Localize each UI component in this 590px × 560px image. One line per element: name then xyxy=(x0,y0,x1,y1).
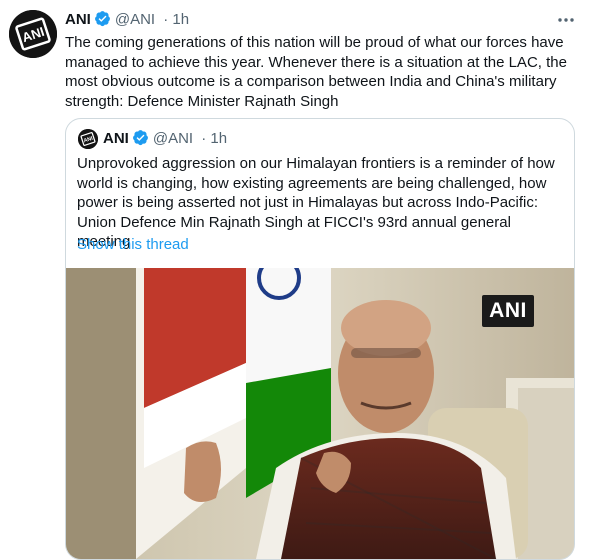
quoted-author-avatar[interactable]: ANI xyxy=(78,129,98,149)
quoted-tweet[interactable]: ANI ANI @ANI · 1h Unprovoked aggression o… xyxy=(65,118,575,560)
tweet-text: The coming generations of this nation wi… xyxy=(65,34,567,110)
ani-logo-icon: ANI xyxy=(78,129,98,149)
author-name[interactable]: ANI xyxy=(65,11,91,28)
quoted-author-name[interactable]: ANI xyxy=(103,130,129,147)
quoted-tweet-timestamp[interactable]: · 1h xyxy=(201,130,227,147)
tweet-header: ANI @ANI · 1h xyxy=(65,10,189,33)
quoted-author-handle[interactable]: @ANI xyxy=(153,130,193,147)
tweet-timestamp[interactable]: · 1h xyxy=(163,11,189,28)
author-avatar[interactable]: ANI xyxy=(9,10,57,58)
author-handle[interactable]: @ANI xyxy=(115,11,155,28)
quoted-tweet-video[interactable]: ANI xyxy=(66,268,574,559)
tweet[interactable]: ANI ANI @ANI · 1h The coming generations … xyxy=(0,0,590,560)
show-thread-link[interactable]: Show this thread xyxy=(77,235,189,255)
verified-badge-icon xyxy=(132,129,149,152)
ani-logo-icon: ANI xyxy=(9,10,57,58)
ani-watermark: ANI xyxy=(482,295,534,327)
quoted-tweet-header: ANI @ANI · 1h xyxy=(103,129,227,152)
more-options-icon[interactable] xyxy=(553,10,579,30)
verified-badge-icon xyxy=(94,10,111,33)
